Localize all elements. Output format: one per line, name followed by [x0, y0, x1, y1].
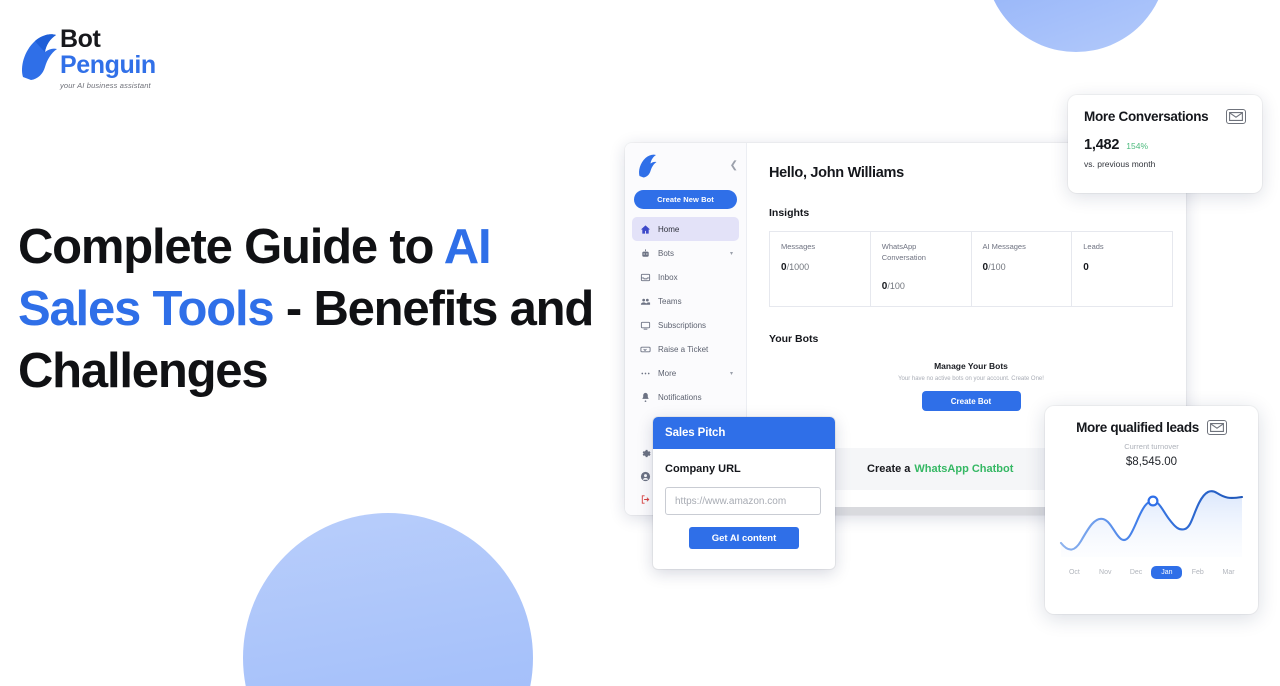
chart-month-tick[interactable]: Nov — [1090, 566, 1121, 579]
decorative-circle-top-right — [985, 0, 1167, 52]
create-bot-button[interactable]: Create Bot — [921, 391, 1021, 411]
insight-total: /100 — [887, 281, 905, 291]
company-url-input[interactable]: https://www.amazon.com — [665, 487, 821, 515]
card-header: More qualified leads — [1059, 420, 1244, 435]
conversations-change: 154% — [1126, 141, 1149, 151]
insight-value: 0/100 — [983, 262, 1062, 273]
leads-line-chart — [1059, 477, 1244, 557]
more-dots-icon — [641, 372, 650, 374]
page-canvas: Bot Penguin your AI business assistant C… — [0, 0, 1280, 686]
logout-icon — [641, 495, 650, 504]
manage-bots-subtitle: Your have no active bots on your account… — [898, 376, 1044, 382]
card-title: More Conversations — [1084, 109, 1209, 124]
bell-icon — [642, 392, 649, 402]
sidebar-item-label: Notifications — [658, 392, 702, 402]
insight-total: /100 — [988, 262, 1006, 272]
sidebar-item-label: Subscriptions — [658, 320, 707, 330]
sidebar-header: ❮ — [625, 151, 746, 181]
sidebar-item-label: Bots — [658, 248, 675, 258]
brand-name-penguin: Penguin — [60, 51, 156, 79]
more-qualified-leads-card: More qualified leads Current turnover $8… — [1045, 406, 1258, 614]
conversations-caption: vs. previous month — [1084, 159, 1156, 169]
brand-wordmark: Bot Penguin your AI business assistant — [60, 25, 156, 91]
banner-prefix: Create a — [867, 463, 911, 475]
insight-total: /1000 — [786, 262, 810, 272]
insight-label: Leads — [1083, 242, 1104, 251]
insight-label: Messages — [781, 242, 816, 251]
insight-card-messages: Messages 0/1000 — [770, 232, 871, 306]
chart-month-tick[interactable]: Oct — [1059, 566, 1090, 579]
chart-svg — [1059, 490, 1244, 557]
sidebar-item-teams[interactable]: Teams — [632, 289, 739, 313]
penguin-mark-icon — [639, 154, 657, 178]
conversations-value: 1,482 — [1084, 137, 1120, 153]
headline-part-1: Complete Guide to — [18, 220, 444, 274]
chevron-left-icon[interactable]: ❮ — [730, 161, 738, 171]
insight-label: WhatsApp Conversation — [881, 242, 926, 262]
sidebar-item-label: Home — [658, 224, 680, 234]
insights-table: Messages 0/1000 WhatsApp Conversation 0/… — [769, 231, 1173, 307]
penguin-logo-icon — [22, 34, 57, 80]
inbox-icon — [640, 273, 651, 281]
manage-bots-title: Manage Your Bots — [934, 361, 1008, 371]
insight-card-whatsapp-conversation: WhatsApp Conversation 0/100 — [871, 232, 972, 306]
insight-value: 0/100 — [882, 281, 961, 292]
company-url-label: Company URL — [665, 463, 741, 475]
sidebar-item-label: Teams — [658, 296, 682, 306]
home-icon — [640, 224, 651, 234]
sidebar-item-label: Inbox — [658, 272, 678, 282]
insight-label: AI Messages — [982, 242, 1026, 251]
sidebar-item-notifications[interactable]: Notifications — [632, 385, 739, 409]
sidebar-item-home[interactable]: Home — [632, 217, 739, 241]
chart-month-tick-active[interactable]: Jan — [1151, 566, 1183, 579]
brand-name-bot: Bot — [60, 25, 101, 53]
sidebar-item-inbox[interactable]: Inbox — [632, 265, 739, 289]
sidebar-item-bots[interactable]: Bots ▾ — [632, 241, 739, 265]
chevron-down-icon: ▾ — [729, 250, 733, 257]
leads-subtitle: Current turnover — [1124, 442, 1179, 451]
sidebar-item-subscriptions[interactable]: Subscriptions — [632, 313, 739, 337]
insights-heading: Insights — [769, 207, 810, 219]
brand-logo[interactable]: Bot Penguin your AI business assistant — [16, 27, 191, 93]
card-header: More Conversations — [1084, 109, 1246, 124]
your-bots-heading: Your Bots — [769, 333, 819, 345]
insight-value: 0/1000 — [781, 262, 860, 273]
sidebar-item-label: More — [658, 368, 677, 378]
insight-card-leads: Leads 0 — [1072, 232, 1172, 306]
banner-accent: WhatsApp Chatbot — [914, 463, 1014, 475]
manage-bots-panel: Manage Your Bots Your have no active bot… — [769, 361, 1173, 411]
chevron-down-icon: ▾ — [729, 370, 733, 377]
create-new-bot-button[interactable]: Create New Bot — [634, 190, 737, 209]
insight-value: 0 — [1083, 262, 1162, 273]
leads-amount: $8,545.00 — [1125, 456, 1178, 468]
more-conversations-card: More Conversations 1,482 154% vs. previo… — [1068, 95, 1262, 193]
chart-highlight-point — [1147, 495, 1159, 507]
brand-tagline: your AI business assistant — [60, 81, 151, 90]
envelope-icon — [1206, 420, 1227, 435]
bots-icon — [642, 248, 649, 257]
sales-pitch-popup: Sales Pitch Company URL https://www.amaz… — [653, 417, 835, 569]
insight-card-ai-messages: AI Messages 0/100 — [972, 232, 1073, 306]
chart-month-axis: Oct Nov Dec Jan Feb Mar — [1059, 566, 1244, 579]
get-ai-content-button[interactable]: Get AI content — [689, 527, 799, 549]
gear-icon — [642, 449, 651, 458]
sales-pitch-body: Company URL https://www.amazon.com Get A… — [653, 449, 835, 549]
insight-count: 0 — [1083, 262, 1089, 273]
card-title: More qualified leads — [1076, 420, 1199, 435]
chart-month-tick[interactable]: Feb — [1182, 566, 1213, 579]
sidebar-item-label: Raise a Ticket — [658, 344, 709, 354]
decorative-circle-bottom-left — [243, 513, 533, 686]
account-icon — [640, 471, 651, 482]
subscriptions-icon — [640, 321, 651, 330]
sales-pitch-title: Sales Pitch — [653, 417, 835, 449]
sidebar-item-more[interactable]: More ▾ — [632, 361, 739, 385]
sidebar-item-raise-a-ticket[interactable]: Raise a Ticket — [632, 337, 739, 361]
envelope-icon — [1226, 109, 1246, 124]
page-title: Complete Guide to AI Sales Tools - Benef… — [18, 216, 618, 402]
ticket-icon — [640, 346, 651, 352]
chart-month-tick[interactable]: Mar — [1213, 566, 1244, 579]
teams-icon — [640, 298, 651, 305]
chart-month-tick[interactable]: Dec — [1121, 566, 1152, 579]
card-metric-row: 1,482 154% — [1084, 137, 1246, 153]
